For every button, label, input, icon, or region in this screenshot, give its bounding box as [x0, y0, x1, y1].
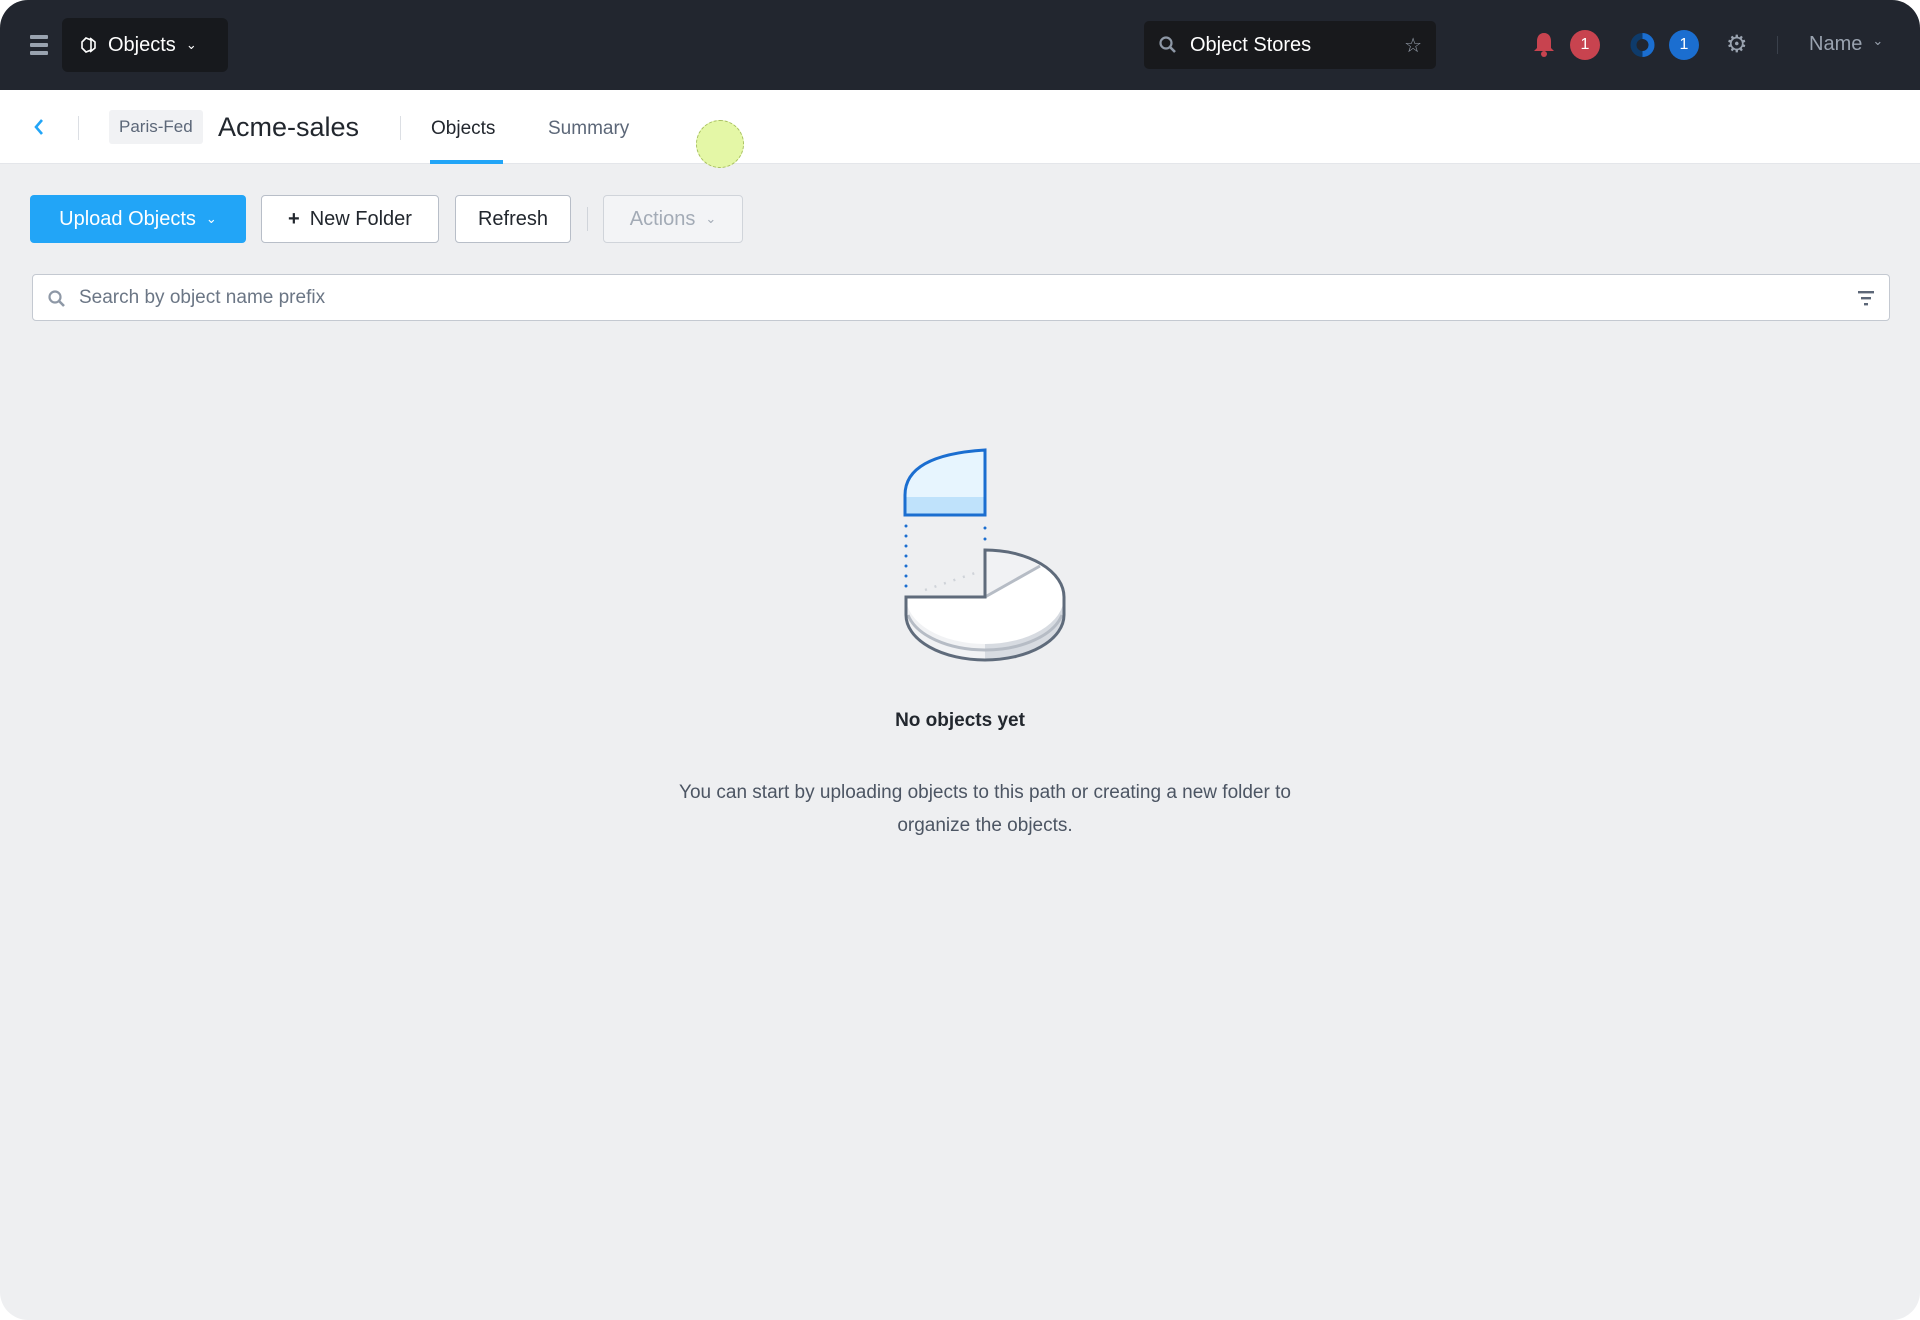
page-title: Acme-sales — [218, 112, 360, 142]
divider — [587, 207, 588, 231]
tasks-progress-icon[interactable] — [1630, 32, 1655, 58]
upload-objects-label: Upload Objects — [59, 207, 196, 230]
divider — [400, 116, 401, 140]
alerts-count-badge[interactable]: 1 — [1570, 30, 1600, 60]
chevron-down-icon: ⌄ — [705, 211, 717, 226]
chevron-down-icon: ⌄ — [185, 37, 197, 52]
search-icon — [1159, 36, 1176, 53]
cluster-tag: Paris-Fed — [109, 110, 203, 144]
app-window: Objects ⌄ Object Stores ☆ 1 1 ⚙ Name ⌄ P… — [0, 0, 1920, 1320]
objects-icon — [81, 37, 96, 53]
new-folder-label: New Folder — [309, 207, 412, 230]
tab-objects[interactable]: Objects — [431, 118, 495, 140]
global-search-input[interactable]: Object Stores ☆ — [1144, 21, 1436, 69]
refresh-button[interactable]: Refresh — [455, 195, 571, 243]
top-nav-bar: Objects ⌄ Object Stores ☆ 1 1 ⚙ Name ⌄ — [0, 0, 1920, 90]
page-header: Paris-Fed Acme-sales Objects Summary — [0, 90, 1920, 168]
object-search-input[interactable]: Search by object name prefix — [32, 274, 1890, 321]
filter-icon[interactable] — [1857, 289, 1875, 307]
search-icon — [48, 290, 65, 307]
upload-objects-button[interactable]: Upload Objects ⌄ — [30, 195, 246, 243]
star-icon[interactable]: ☆ — [1404, 33, 1422, 58]
user-menu[interactable]: Name ⌄ — [1809, 33, 1883, 56]
empty-state-title: No objects yet — [895, 710, 1025, 731]
object-search-placeholder: Search by object name prefix — [79, 286, 326, 308]
actions-label: Actions — [629, 207, 696, 230]
app-switcher-label: Objects — [108, 33, 176, 56]
back-arrow-icon[interactable] — [32, 118, 46, 136]
plus-icon: + — [288, 207, 300, 230]
new-folder-button[interactable]: + New Folder — [261, 195, 439, 243]
settings-gear-icon[interactable]: ⚙ — [1726, 30, 1748, 59]
active-tab-indicator — [430, 160, 503, 164]
cursor-highlight — [696, 120, 744, 168]
bell-icon[interactable] — [1533, 32, 1555, 58]
divider — [78, 116, 79, 140]
divider — [1777, 36, 1778, 54]
app-switcher-dropdown[interactable]: Objects ⌄ — [62, 18, 228, 72]
actions-dropdown-button[interactable]: Actions ⌄ — [603, 195, 743, 243]
user-name: Name — [1809, 33, 1863, 55]
hamburger-menu-icon[interactable] — [30, 35, 48, 55]
tasks-count-badge[interactable]: 1 — [1669, 30, 1699, 60]
chevron-down-icon: ⌄ — [205, 211, 217, 226]
tab-summary[interactable]: Summary — [548, 118, 629, 140]
global-search-value: Object Stores — [1190, 33, 1312, 56]
empty-state-description: You can start by uploading objects to th… — [679, 782, 1291, 836]
chevron-down-icon: ⌄ — [1872, 33, 1884, 48]
empty-pie-chart-illustration — [903, 448, 1066, 662]
